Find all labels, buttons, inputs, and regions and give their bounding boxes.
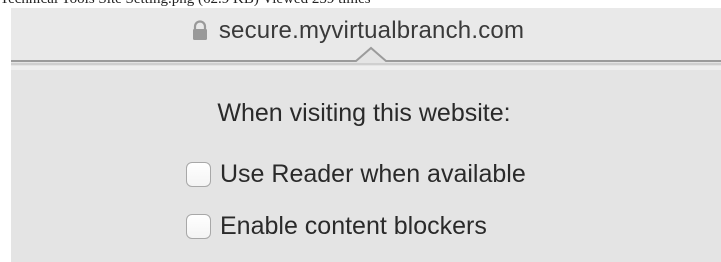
content-blockers-checkbox[interactable] (186, 214, 211, 239)
safari-site-settings-screenshot: secure.myvirtualbranch.com When visiting… (11, 8, 721, 262)
popover-title: When visiting this website: (217, 99, 511, 127)
reader-option[interactable]: Use Reader when available (186, 160, 526, 189)
reader-checkbox[interactable] (186, 162, 211, 187)
reader-option-label: Use Reader when available (220, 160, 526, 188)
image-caption: Technical Tools Site Setting.png (62.9 K… (0, 0, 371, 8)
content-blockers-option[interactable]: Enable content blockers (186, 212, 487, 241)
page: Technical Tools Site Setting.png (62.9 K… (0, 0, 721, 262)
content-blockers-option-label: Enable content blockers (220, 212, 487, 240)
